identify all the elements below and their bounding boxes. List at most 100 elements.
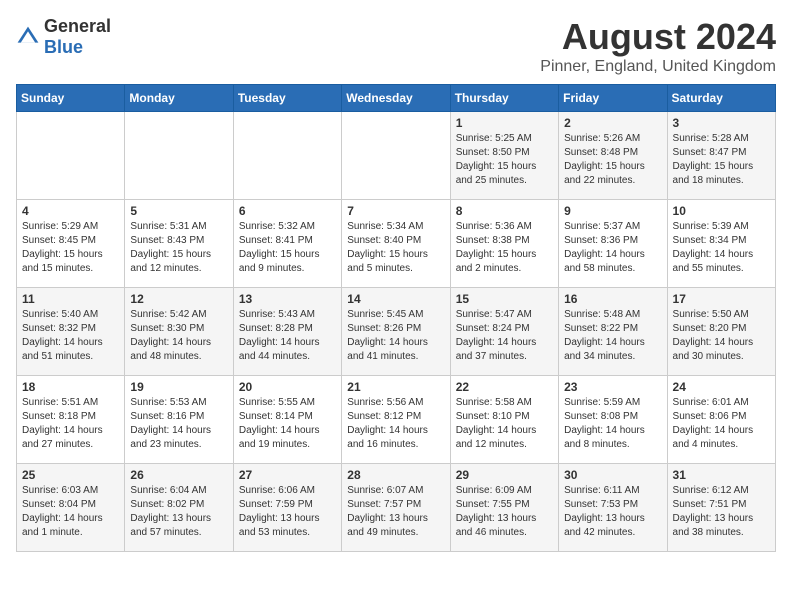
day-info: Sunrise: 5:51 AM Sunset: 8:18 PM Dayligh… <box>22 396 119 452</box>
calendar-cell: 13 Sunrise: 5:43 AM Sunset: 8:28 PM Dayli… <box>233 288 341 376</box>
calendar-cell: 30Sunrise: 6:11 AM Sunset: 7:53 PM Dayli… <box>559 464 667 552</box>
calendar-cell: 22Sunrise: 5:58 AM Sunset: 8:10 PM Dayli… <box>450 376 558 464</box>
day-info: Sunrise: 6:06 AM Sunset: 7:59 PM Dayligh… <box>239 484 336 540</box>
logo-blue: Blue <box>44 37 83 57</box>
calendar-header-row: SundayMondayTuesdayWednesdayThursdayFrid… <box>17 85 776 112</box>
calendar-cell: 14 Sunrise: 5:45 AM Sunset: 8:26 PM Dayli… <box>342 288 450 376</box>
day-header-sunday: Sunday <box>17 85 125 112</box>
day-number: 4 <box>22 204 119 218</box>
calendar-cell: 12 Sunrise: 5:42 AM Sunset: 8:30 PM Dayli… <box>125 288 233 376</box>
day-header-saturday: Saturday <box>667 85 775 112</box>
calendar-cell: 31 Sunrise: 6:12 AM Sunset: 7:51 PM Dayli… <box>667 464 775 552</box>
day-number: 8 <box>456 204 553 218</box>
day-info: Sunrise: 5:58 AM Sunset: 8:10 PM Dayligh… <box>456 396 553 452</box>
week-row-2: 4Sunrise: 5:29 AM Sunset: 8:45 PM Daylig… <box>17 200 776 288</box>
day-info: Sunrise: 5:34 AM Sunset: 8:40 PM Dayligh… <box>347 220 444 276</box>
calendar-table: SundayMondayTuesdayWednesdayThursdayFrid… <box>16 84 776 552</box>
day-header-friday: Friday <box>559 85 667 112</box>
day-info: Sunrise: 5:37 AM Sunset: 8:36 PM Dayligh… <box>564 220 661 276</box>
day-number: 7 <box>347 204 444 218</box>
day-header-thursday: Thursday <box>450 85 558 112</box>
day-info: Sunrise: 5:43 AM Sunset: 8:28 PM Dayligh… <box>239 308 336 364</box>
calendar-cell <box>342 112 450 200</box>
day-number: 21 <box>347 380 444 394</box>
calendar-cell <box>17 112 125 200</box>
week-row-4: 18 Sunrise: 5:51 AM Sunset: 8:18 PM Dayli… <box>17 376 776 464</box>
title-block: August 2024 Pinner, England, United King… <box>540 16 776 76</box>
calendar-cell: 24 Sunrise: 6:01 AM Sunset: 8:06 PM Dayli… <box>667 376 775 464</box>
day-info: Sunrise: 6:09 AM Sunset: 7:55 PM Dayligh… <box>456 484 553 540</box>
day-number: 1 <box>456 116 553 130</box>
day-number: 13 <box>239 292 336 306</box>
day-info: Sunrise: 6:01 AM Sunset: 8:06 PM Dayligh… <box>673 396 770 452</box>
day-number: 6 <box>239 204 336 218</box>
day-number: 11 <box>22 292 119 306</box>
day-number: 2 <box>564 116 661 130</box>
day-number: 18 <box>22 380 119 394</box>
day-number: 20 <box>239 380 336 394</box>
calendar-cell: 2 Sunrise: 5:26 AM Sunset: 8:48 PM Daylig… <box>559 112 667 200</box>
calendar-cell: 23 Sunrise: 5:59 AM Sunset: 8:08 PM Dayli… <box>559 376 667 464</box>
day-header-monday: Monday <box>125 85 233 112</box>
day-number: 14 <box>347 292 444 306</box>
day-number: 15 <box>456 292 553 306</box>
calendar-cell: 10 Sunrise: 5:39 AM Sunset: 8:34 PM Dayli… <box>667 200 775 288</box>
calendar-cell: 8Sunrise: 5:36 AM Sunset: 8:38 PM Daylig… <box>450 200 558 288</box>
day-number: 26 <box>130 468 227 482</box>
day-info: Sunrise: 5:28 AM Sunset: 8:47 PM Dayligh… <box>673 132 770 188</box>
day-number: 29 <box>456 468 553 482</box>
calendar-cell: 19 Sunrise: 5:53 AM Sunset: 8:16 PM Dayli… <box>125 376 233 464</box>
day-info: Sunrise: 5:42 AM Sunset: 8:30 PM Dayligh… <box>130 308 227 364</box>
day-number: 31 <box>673 468 770 482</box>
day-info: Sunrise: 5:47 AM Sunset: 8:24 PM Dayligh… <box>456 308 553 364</box>
day-info: Sunrise: 5:56 AM Sunset: 8:12 PM Dayligh… <box>347 396 444 452</box>
calendar-cell: 29 Sunrise: 6:09 AM Sunset: 7:55 PM Dayli… <box>450 464 558 552</box>
calendar-cell: 3 Sunrise: 5:28 AM Sunset: 8:47 PM Daylig… <box>667 112 775 200</box>
calendar-cell: 9 Sunrise: 5:37 AM Sunset: 8:36 PM Daylig… <box>559 200 667 288</box>
calendar-cell: 26 Sunrise: 6:04 AM Sunset: 8:02 PM Dayli… <box>125 464 233 552</box>
day-number: 3 <box>673 116 770 130</box>
day-info: Sunrise: 5:50 AM Sunset: 8:20 PM Dayligh… <box>673 308 770 364</box>
day-number: 19 <box>130 380 227 394</box>
calendar-cell: 16Sunrise: 5:48 AM Sunset: 8:22 PM Dayli… <box>559 288 667 376</box>
day-number: 9 <box>564 204 661 218</box>
day-info: Sunrise: 6:03 AM Sunset: 8:04 PM Dayligh… <box>22 484 119 540</box>
logo: General Blue <box>16 16 111 58</box>
logo-general: General <box>44 16 111 36</box>
week-row-5: 25 Sunrise: 6:03 AM Sunset: 8:04 PM Dayli… <box>17 464 776 552</box>
calendar-cell: 7 Sunrise: 5:34 AM Sunset: 8:40 PM Daylig… <box>342 200 450 288</box>
day-info: Sunrise: 5:39 AM Sunset: 8:34 PM Dayligh… <box>673 220 770 276</box>
day-info: Sunrise: 6:04 AM Sunset: 8:02 PM Dayligh… <box>130 484 227 540</box>
day-number: 17 <box>673 292 770 306</box>
day-info: Sunrise: 5:26 AM Sunset: 8:48 PM Dayligh… <box>564 132 661 188</box>
day-info: Sunrise: 5:45 AM Sunset: 8:26 PM Dayligh… <box>347 308 444 364</box>
day-number: 12 <box>130 292 227 306</box>
calendar-cell: 17 Sunrise: 5:50 AM Sunset: 8:20 PM Dayli… <box>667 288 775 376</box>
day-info: Sunrise: 6:12 AM Sunset: 7:51 PM Dayligh… <box>673 484 770 540</box>
day-number: 23 <box>564 380 661 394</box>
calendar-cell: 25 Sunrise: 6:03 AM Sunset: 8:04 PM Dayli… <box>17 464 125 552</box>
day-info: Sunrise: 5:32 AM Sunset: 8:41 PM Dayligh… <box>239 220 336 276</box>
day-number: 25 <box>22 468 119 482</box>
calendar-cell: 18 Sunrise: 5:51 AM Sunset: 8:18 PM Dayli… <box>17 376 125 464</box>
day-info: Sunrise: 5:55 AM Sunset: 8:14 PM Dayligh… <box>239 396 336 452</box>
day-number: 24 <box>673 380 770 394</box>
week-row-1: 1Sunrise: 5:25 AM Sunset: 8:50 PM Daylig… <box>17 112 776 200</box>
day-header-wednesday: Wednesday <box>342 85 450 112</box>
page-header: General Blue August 2024 Pinner, England… <box>16 16 776 76</box>
day-info: Sunrise: 5:53 AM Sunset: 8:16 PM Dayligh… <box>130 396 227 452</box>
calendar-cell: 6 Sunrise: 5:32 AM Sunset: 8:41 PM Daylig… <box>233 200 341 288</box>
day-number: 5 <box>130 204 227 218</box>
day-number: 28 <box>347 468 444 482</box>
day-info: Sunrise: 5:31 AM Sunset: 8:43 PM Dayligh… <box>130 220 227 276</box>
calendar-cell: 11Sunrise: 5:40 AM Sunset: 8:32 PM Dayli… <box>17 288 125 376</box>
day-info: Sunrise: 5:48 AM Sunset: 8:22 PM Dayligh… <box>564 308 661 364</box>
calendar-cell: 20 Sunrise: 5:55 AM Sunset: 8:14 PM Dayli… <box>233 376 341 464</box>
calendar-cell <box>233 112 341 200</box>
day-info: Sunrise: 5:59 AM Sunset: 8:08 PM Dayligh… <box>564 396 661 452</box>
calendar-cell: 1Sunrise: 5:25 AM Sunset: 8:50 PM Daylig… <box>450 112 558 200</box>
calendar-title: August 2024 <box>540 16 776 58</box>
logo-icon <box>16 25 40 49</box>
calendar-body: 1Sunrise: 5:25 AM Sunset: 8:50 PM Daylig… <box>17 112 776 552</box>
day-number: 10 <box>673 204 770 218</box>
